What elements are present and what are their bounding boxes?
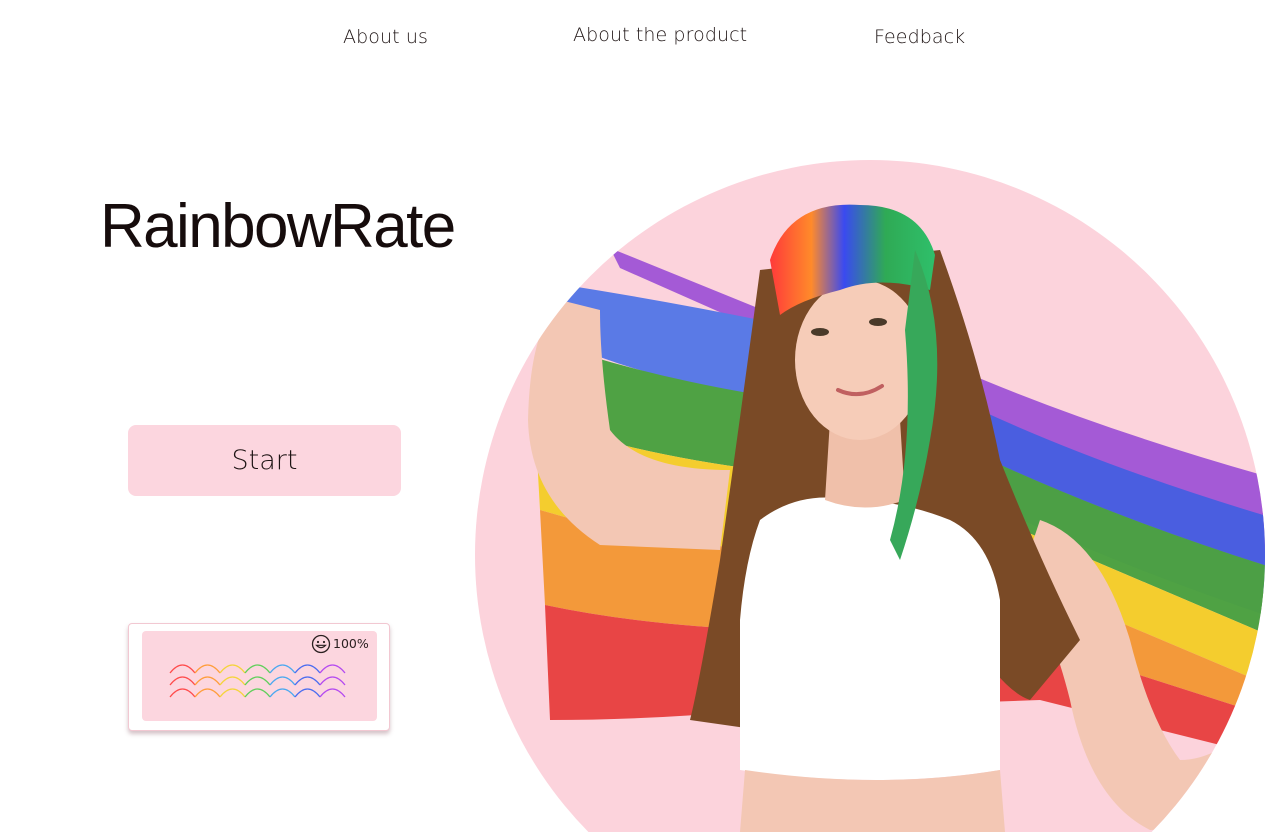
rainbow-arch xyxy=(269,676,296,686)
rainbow-arch xyxy=(269,664,296,674)
right-arm xyxy=(1020,520,1265,830)
face xyxy=(795,280,925,440)
hero-circle xyxy=(475,160,1265,832)
rainbow-arch xyxy=(244,688,271,698)
rainbow-waves-icon xyxy=(169,664,346,698)
rainbow-arch xyxy=(169,688,196,698)
white-top xyxy=(740,497,1000,780)
hair xyxy=(690,250,1080,730)
nav-about-product-link[interactable]: About the product xyxy=(573,24,747,46)
rainbow-arch xyxy=(194,688,221,698)
rating-widget-card[interactable]: 100% xyxy=(128,623,390,731)
rainbow-arch xyxy=(169,676,196,686)
nav-feedback-link[interactable]: Feedback xyxy=(874,26,965,48)
left-arm xyxy=(528,300,730,550)
mouth xyxy=(836,384,884,397)
midriff xyxy=(740,770,1005,832)
rainbow-arch xyxy=(319,664,346,674)
rainbow-arch xyxy=(194,676,221,686)
left-eye xyxy=(811,328,829,336)
rainbow-bangs xyxy=(770,204,935,315)
rainbow-arch xyxy=(269,688,296,698)
rainbow-arch xyxy=(319,688,346,698)
smiley-icon xyxy=(311,634,331,654)
rating-widget-panel: 100% xyxy=(142,631,377,721)
rainbow-flag xyxy=(535,248,1265,760)
rainbow-arch xyxy=(294,676,321,686)
rainbow-arch xyxy=(244,676,271,686)
right-eye xyxy=(869,318,887,326)
rainbow-arch xyxy=(219,688,246,698)
start-button[interactable]: Start xyxy=(128,425,401,496)
rainbow-arch xyxy=(219,676,246,686)
neck xyxy=(825,420,905,508)
rainbow-arch xyxy=(294,688,321,698)
rating-percent: 100% xyxy=(333,636,369,651)
rainbow-arch xyxy=(319,676,346,686)
brand-title: RainbowRate xyxy=(100,192,456,261)
rainbow-arch xyxy=(219,664,246,674)
rainbow-arch xyxy=(169,664,196,674)
green-hair-strand xyxy=(890,250,938,560)
rainbow-arch xyxy=(294,664,321,674)
rainbow-arch xyxy=(194,664,221,674)
nav-about-us-link[interactable]: About us xyxy=(343,26,428,48)
rainbow-arch xyxy=(244,664,271,674)
